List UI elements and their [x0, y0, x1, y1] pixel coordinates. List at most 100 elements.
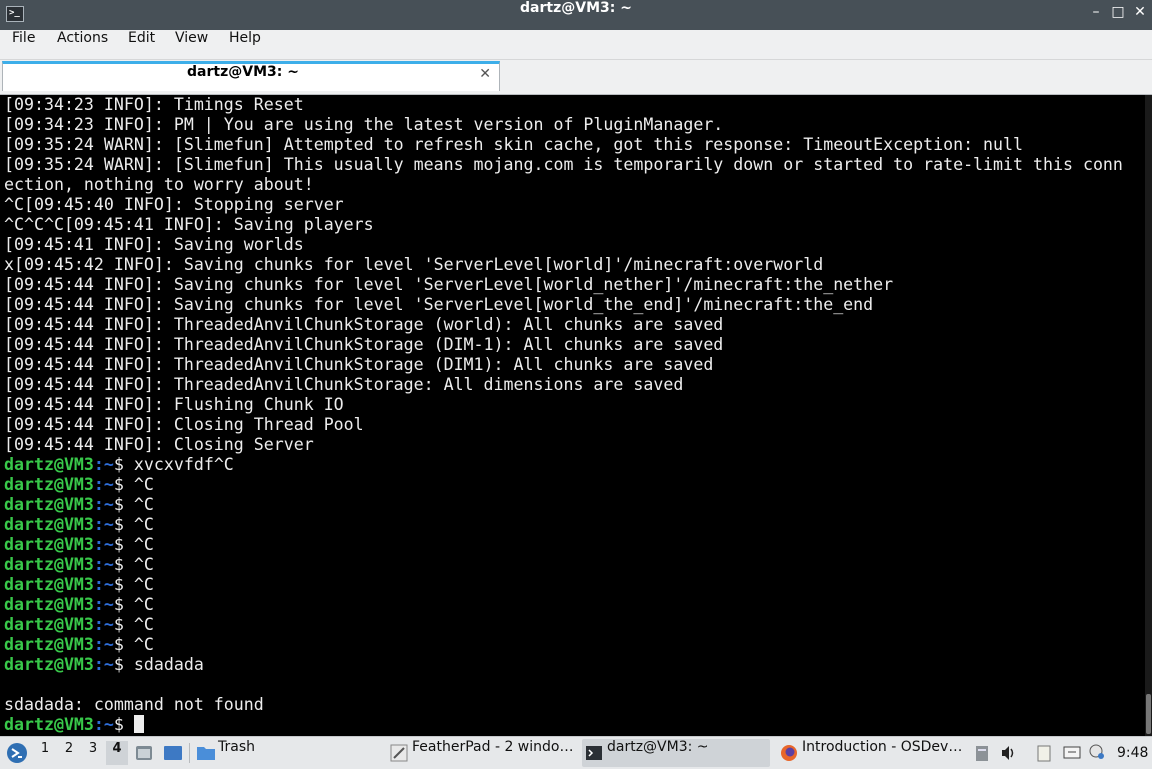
output-line: [09:45:44 INFO]: ThreadedAnvilChunkStora… [4, 355, 1144, 375]
terminal-icon [586, 746, 602, 760]
text-cursor [133, 715, 144, 733]
menu-actions[interactable]: Actions [57, 30, 108, 59]
menu-edit[interactable]: Edit [128, 30, 155, 59]
prompt-path: :~ [93, 495, 114, 514]
prompt-user: dartz@VM3 [4, 535, 94, 554]
prompt-line: dartz@VM3:~$ ^C [4, 495, 1144, 515]
volume-icon[interactable] [1000, 744, 1018, 762]
prompt-symbol: $ [113, 495, 134, 514]
log-text: ection, nothing to worry about! [4, 175, 314, 194]
updates-icon[interactable] [1088, 743, 1106, 761]
scrollbar-thumb[interactable] [1146, 694, 1151, 734]
prompt-user: dartz@VM3 [4, 595, 94, 614]
prompt-path: :~ [93, 575, 114, 594]
output-line: [09:45:44 INFO]: Saving chunks for level… [4, 295, 1144, 315]
show-desktop-icon[interactable] [162, 743, 184, 763]
workspace-4[interactable]: 4 [106, 741, 128, 765]
log-text: [09:45:44 INFO]: Saving chunks for level… [4, 275, 894, 294]
prompt-line: dartz@VM3:~$ ^C [4, 595, 1144, 615]
output-line: ^C[09:45:40 INFO]: Stopping server [4, 195, 1144, 215]
close-button[interactable]: ✕ [1129, 4, 1151, 26]
output-line: [09:45:44 INFO]: Closing Server [4, 435, 1144, 455]
command-text: ^C [133, 595, 154, 614]
network-icon[interactable] [1062, 744, 1082, 762]
prompt-symbol: $ [113, 555, 134, 574]
prompt-user: dartz@VM3 [4, 635, 94, 654]
minimize-button[interactable]: – [1085, 4, 1107, 26]
log-text: [09:45:44 INFO]: Closing Server [4, 435, 314, 454]
workspace-1[interactable]: 1 [34, 741, 56, 765]
prompt-symbol: $ [113, 595, 134, 614]
log-text: [09:45:44 INFO]: Flushing Chunk IO [4, 395, 344, 414]
command-text: ^C [133, 555, 154, 574]
tab-label: dartz@VM3: ~ [187, 64, 299, 80]
output-line: [09:45:44 INFO]: ThreadedAnvilChunkStora… [4, 335, 1144, 355]
clipboard-icon[interactable] [974, 744, 990, 762]
output-line: ection, nothing to worry about! [4, 175, 1144, 195]
log-text: [09:34:23 INFO]: Timings Reset [4, 95, 304, 114]
menu-view[interactable]: View [175, 30, 208, 59]
output-line: [09:34:23 INFO]: PM | You are using the … [4, 115, 1144, 135]
prompt-symbol: $ [113, 535, 134, 554]
prompt-path: :~ [93, 715, 114, 734]
prompt-user: dartz@VM3 [4, 515, 94, 534]
prompt-user: dartz@VM3 [4, 475, 94, 494]
firefox-icon [781, 745, 797, 761]
terminal-scrollbar[interactable] [1145, 95, 1152, 736]
output-line: [09:35:24 WARN]: [Slimefun] Attempted to… [4, 135, 1144, 155]
file-manager-icon[interactable] [134, 743, 154, 763]
prompt-symbol: $ [113, 475, 134, 494]
prompt-path: :~ [93, 475, 114, 494]
workspace-3[interactable]: 3 [82, 741, 104, 765]
tab-strip: dartz@VM3: ~ ✕ [0, 60, 1152, 95]
menu-help[interactable]: Help [229, 30, 261, 59]
prompt-user: dartz@VM3 [4, 455, 94, 474]
task-firefox[interactable]: Introduction - OSDev… [778, 739, 966, 767]
task-label: Trash [218, 739, 255, 755]
prompt-symbol: $ [113, 635, 134, 654]
menu-bar: File Actions Edit View Help [0, 30, 1152, 60]
prompt-path: :~ [93, 455, 114, 474]
prompt-user: dartz@VM3 [4, 575, 94, 594]
log-text: [09:35:24 WARN]: [Slimefun] Attempted to… [4, 135, 1024, 154]
log-text: [09:45:44 INFO]: ThreadedAnvilChunkStora… [4, 315, 724, 334]
workspace-2[interactable]: 2 [58, 741, 80, 765]
clock[interactable]: 9:48 [1117, 737, 1148, 769]
task-label: Introduction - OSDev… [802, 739, 963, 755]
prompt-path: :~ [93, 535, 114, 554]
log-text: [09:45:44 INFO]: Closing Thread Pool [4, 415, 364, 434]
clipboard-manager-icon[interactable] [1036, 744, 1052, 762]
prompt-line: dartz@VM3:~$ [4, 715, 1144, 735]
task-terminal[interactable]: dartz@VM3: ~ [582, 739, 770, 767]
prompt-path: :~ [93, 515, 114, 534]
log-text: [09:35:24 WARN]: [Slimefun] This usually… [4, 155, 1123, 174]
task-trash[interactable]: Trash [194, 739, 274, 767]
tab-terminal[interactable]: dartz@VM3: ~ ✕ [2, 61, 500, 91]
log-text: ^C[09:45:40 INFO]: Stopping server [4, 195, 344, 214]
prompt-line: dartz@VM3:~$ ^C [4, 635, 1144, 655]
log-text: sdadada: command not found [4, 695, 264, 714]
tab-close-icon[interactable]: ✕ [479, 66, 491, 82]
prompt-line: dartz@VM3:~$ xvcxvfdf^C [4, 455, 1144, 475]
prompt-line: dartz@VM3:~$ ^C [4, 515, 1144, 535]
log-text: [09:45:44 INFO]: ThreadedAnvilChunkStora… [4, 355, 714, 374]
prompt-symbol: $ [113, 715, 134, 734]
prompt-user: dartz@VM3 [4, 495, 94, 514]
task-featherpad[interactable]: FeatherPad - 2 windo… [388, 739, 578, 767]
maximize-button[interactable]: □ [1107, 4, 1129, 26]
output-line: x[09:45:42 INFO]: Saving chunks for leve… [4, 255, 1144, 275]
start-menu-icon[interactable] [6, 742, 28, 764]
task-label: FeatherPad - 2 windo… [412, 739, 574, 755]
featherpad-icon [390, 744, 408, 762]
prompt-user: dartz@VM3 [4, 555, 94, 574]
prompt-path: :~ [93, 635, 114, 654]
taskbar-separator [189, 743, 190, 763]
window-titlebar[interactable]: >_ dartz@VM3: ~ – □ ✕ [0, 0, 1152, 30]
command-text: ^C [133, 515, 154, 534]
taskbar: 1 2 3 4 Trash FeatherPad - 2 windo… dart… [0, 736, 1152, 769]
log-text: [09:34:23 INFO]: PM | You are using the … [4, 115, 724, 134]
task-label: dartz@VM3: ~ [607, 739, 709, 755]
terminal-view[interactable]: [09:34:23 INFO]: Timings Reset [09:34:23 … [0, 95, 1144, 736]
menu-file[interactable]: File [12, 30, 35, 59]
